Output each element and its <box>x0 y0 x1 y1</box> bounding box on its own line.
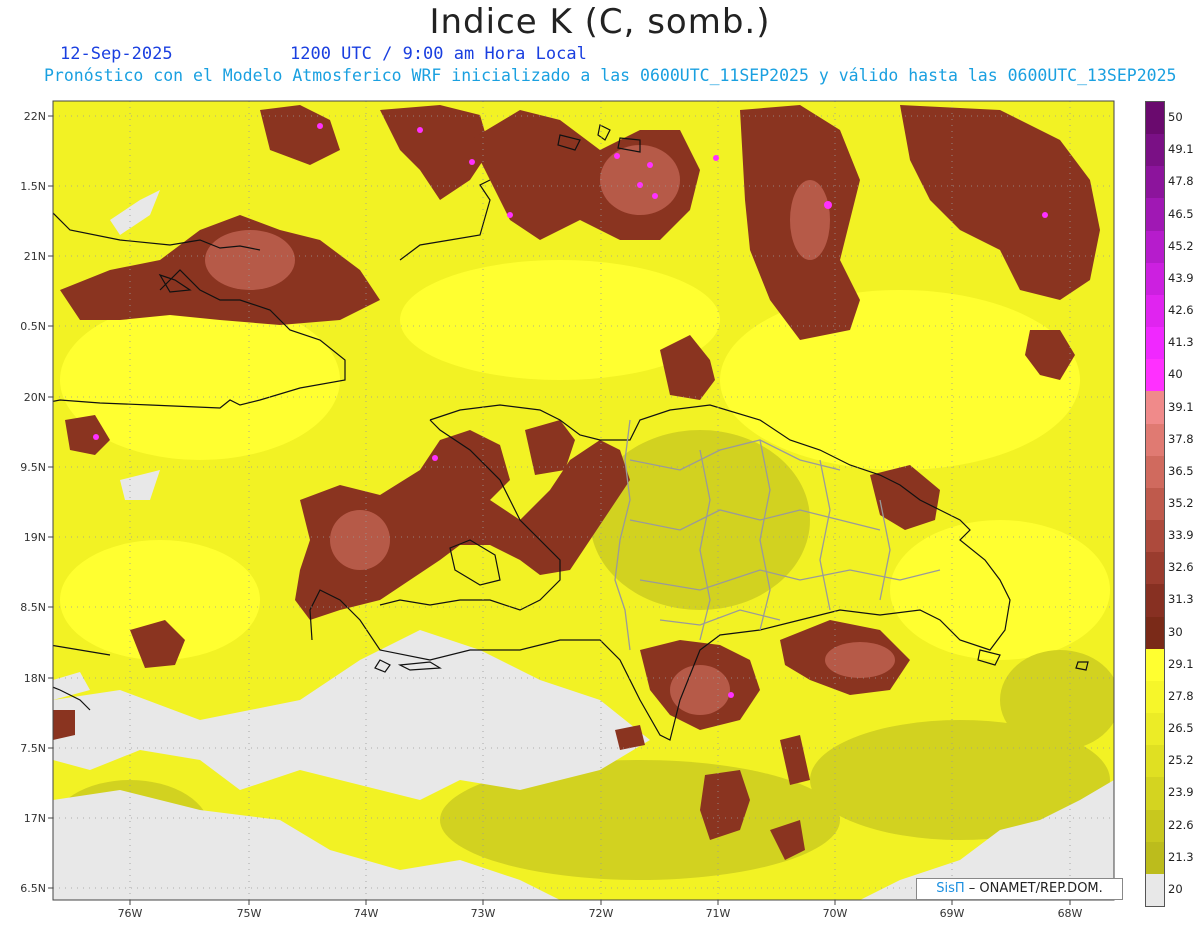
lat-label: 21N <box>24 250 46 263</box>
colorbar-label: 35.2 <box>1168 496 1194 510</box>
colorbar-label: 30 <box>1168 624 1183 639</box>
lon-label: 68W <box>1058 907 1083 920</box>
lat-label: 1.5N <box>20 180 46 193</box>
colorbar-label: 37.8 <box>1168 431 1194 446</box>
colorbar-segment <box>1146 648 1164 682</box>
colorbar-label: 29.1 <box>1168 656 1194 671</box>
colorbar-label: 46.5 <box>1168 206 1194 221</box>
lon-label: 71W <box>706 907 731 920</box>
colorbar-segment <box>1146 584 1164 618</box>
colorbar-segment <box>1146 873 1164 907</box>
colorbar-segment <box>1146 487 1164 521</box>
colorbar-label: 26.5 <box>1168 721 1194 736</box>
lat-label: 0.5N <box>20 320 46 333</box>
lat-label: 6.5N <box>20 882 46 895</box>
colorbar-segment <box>1146 520 1164 553</box>
colorbar-segment <box>1146 198 1164 232</box>
colorbar-label: 40 <box>1168 367 1183 382</box>
colorbar-segment <box>1146 359 1164 392</box>
lon-label: 76W <box>118 907 143 920</box>
colorbar-segment <box>1146 391 1164 425</box>
lon-label: 75W <box>237 907 262 920</box>
lat-label: 18N <box>24 672 46 685</box>
colorbar-label: 22.6 <box>1168 817 1194 832</box>
lat-label: 22N <box>24 110 46 123</box>
lat-label: 9.5N <box>20 461 46 474</box>
colorbar-segment <box>1146 809 1164 843</box>
colorbar-segment <box>1146 455 1164 489</box>
colorbar-label: 21.3 <box>1168 849 1194 864</box>
colorbar-label: 43.9 <box>1168 270 1194 285</box>
credit-text: – ONAMET/REP.DOM. <box>964 881 1103 896</box>
colorbar-segment <box>1146 230 1164 264</box>
colorbar-label: 39.1 <box>1168 399 1194 414</box>
colorbar-segment <box>1146 166 1164 199</box>
colorbar-segment <box>1146 294 1164 328</box>
colorbar-label: 42.6 <box>1168 303 1194 318</box>
colorbar-segment <box>1146 134 1164 167</box>
colorbar-label: 41.3 <box>1168 335 1194 350</box>
colorbar-segment <box>1146 327 1164 360</box>
colorbar-segment <box>1146 777 1164 811</box>
colorbar-label: 36.5 <box>1168 463 1194 478</box>
colorbar-segment <box>1146 262 1164 296</box>
lon-label: 74W <box>354 907 379 920</box>
map-plot-area <box>53 101 1114 900</box>
colorbar-segment <box>1146 713 1164 746</box>
colorbar-label: 25.2 <box>1168 753 1194 768</box>
colorbar-label: 31.3 <box>1168 592 1194 607</box>
colorbar-segment <box>1146 552 1164 585</box>
colorbar-segment <box>1146 616 1164 650</box>
lat-label: 20N <box>24 391 46 404</box>
lat-label: 7.5N <box>20 742 46 755</box>
colorbar-label: 23.9 <box>1168 785 1194 800</box>
colorbar-segment <box>1146 680 1164 714</box>
colorbar-segment <box>1146 423 1164 457</box>
lon-label: 72W <box>589 907 614 920</box>
colorbar-label: 20 <box>1168 881 1183 896</box>
colorbar-label: 45.2 <box>1168 238 1194 253</box>
lon-label: 73W <box>471 907 496 920</box>
lat-label: 17N <box>24 812 46 825</box>
colorbar-label: 49.1 <box>1168 142 1194 157</box>
colorbar <box>1145 101 1165 907</box>
colorbar-segment <box>1146 102 1164 135</box>
credit-box: SisΠ – ONAMET/REP.DOM. <box>916 878 1123 900</box>
credit-brand: SisΠ <box>936 881 965 896</box>
k-index-map: 76W 75W 74W 73W 72W 71W 70W 69W 68W 22N … <box>20 100 1115 920</box>
colorbar-label: 50 <box>1168 110 1183 125</box>
longitude-labels: 76W 75W 74W 73W 72W 71W 70W 69W 68W <box>118 907 1083 920</box>
colorbar-segment <box>1146 841 1164 875</box>
colorbar-label: 27.8 <box>1168 688 1194 703</box>
colorbar-segment <box>1146 745 1164 778</box>
lon-label: 69W <box>940 907 965 920</box>
lon-label: 70W <box>823 907 848 920</box>
colorbar-label: 47.8 <box>1168 174 1194 189</box>
colorbar-label: 32.6 <box>1168 560 1194 575</box>
colorbar-label: 33.9 <box>1168 528 1194 543</box>
latitude-labels: 22N 1.5N 21N 0.5N 20N 9.5N 19N 8.5N 18N … <box>20 110 46 895</box>
lat-label: 19N <box>24 531 46 544</box>
lat-label: 8.5N <box>20 601 46 614</box>
